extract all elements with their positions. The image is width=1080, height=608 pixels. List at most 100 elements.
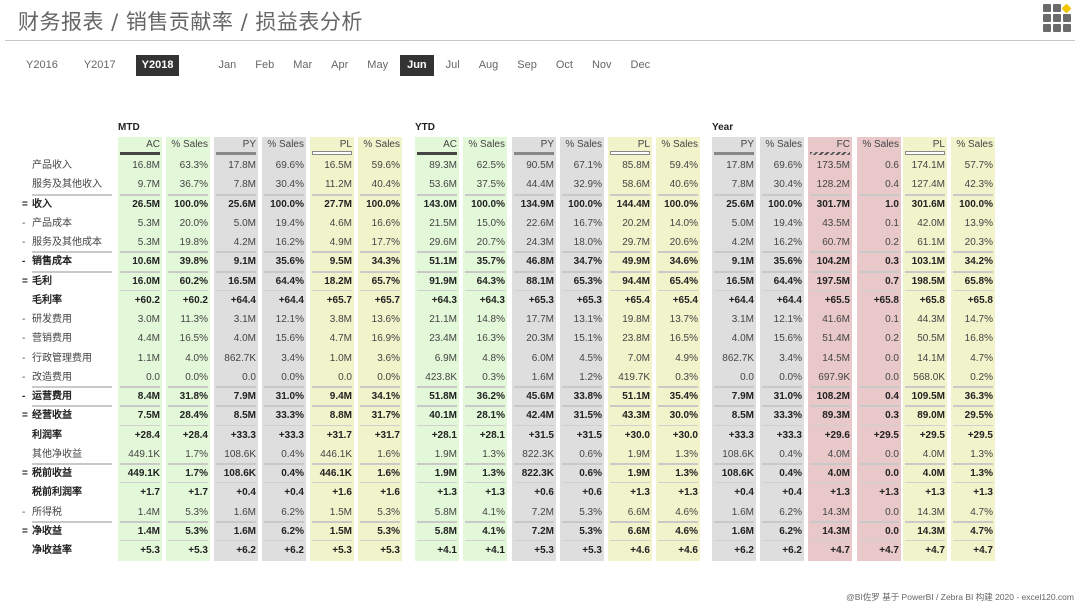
table-cell: +1.3 [678, 487, 698, 499]
cell-separator [658, 251, 698, 254]
cell-separator [417, 540, 457, 541]
table-cell: 8.4M [137, 391, 160, 402]
table-cell: 14.3M [917, 506, 945, 518]
cell-separator [264, 424, 304, 426]
month-option-sep[interactable]: Sep [510, 55, 545, 76]
table-cell: +6.2 [284, 545, 304, 556]
row-label-text: 利润率 [32, 429, 62, 441]
cell-separator [168, 463, 208, 465]
month-option-feb[interactable]: Feb [248, 55, 282, 76]
table-cell: 32.9% [573, 179, 602, 191]
year-option-y2018[interactable]: Y2018 [135, 55, 180, 76]
column-header-mtd-ac[interactable]: AC [118, 137, 162, 155]
cell-separator [360, 424, 400, 426]
column-header-ytd-pct-sales[interactable]: % Sales [560, 137, 604, 155]
table-cell: 822.3K [522, 448, 554, 460]
app-grid-icon[interactable] [1043, 3, 1072, 32]
column-header-year-pct-sales[interactable]: % Sales [951, 137, 995, 155]
column-header-mtd-pct-sales[interactable]: % Sales [166, 137, 210, 155]
row-operator: = [22, 468, 28, 479]
column-header-year-pl[interactable]: PL [903, 137, 947, 155]
table-cell: 30.4% [773, 179, 802, 191]
column-header-ytd-pl[interactable]: PL [608, 137, 652, 155]
month-option-may[interactable]: May [360, 55, 396, 76]
table-cell: 5.3% [185, 506, 208, 518]
table-cell: 20.3M [526, 333, 554, 345]
table-cell: 6.0M [531, 352, 554, 364]
table-cell: 40.4% [371, 179, 400, 191]
table-cell: 8.8M [329, 410, 352, 422]
column-header-ytd-ac[interactable]: AC [415, 137, 459, 155]
table-cell: 100.0% [664, 198, 698, 210]
year-option-y2016[interactable]: Y2016 [20, 55, 64, 76]
column-header-mtd-py[interactable]: PY [214, 137, 258, 155]
month-option-jan[interactable]: Jan [211, 55, 244, 76]
cell-separator [168, 289, 208, 291]
cell-separator [859, 386, 899, 388]
month-option-nov[interactable]: Nov [584, 55, 619, 76]
table-cell: +60.2 [134, 294, 160, 306]
table-cell: 16.6% [371, 217, 400, 229]
month-option-jul[interactable]: Jul [438, 55, 467, 76]
year-option-y2017[interactable]: Y2017 [78, 55, 122, 76]
column-header-ytd-pct-sales[interactable]: % Sales [463, 137, 507, 155]
table-cell: 100.0% [959, 198, 993, 210]
cell-separator [905, 289, 945, 291]
cell-separator [168, 482, 208, 484]
table-cell: 100.0% [174, 198, 208, 210]
month-option-jun[interactable]: Jun [399, 55, 435, 76]
table-cell: +64.3 [431, 294, 457, 306]
column-header-year-pct-sales[interactable]: % Sales [857, 137, 901, 155]
year-slicer: Y2016 Y2017 Y2018 [20, 55, 193, 76]
table-cell: +64.4 [230, 294, 256, 306]
row-operator: - [22, 256, 26, 268]
cell-separator [264, 270, 304, 273]
column-header-ytd-py[interactable]: PY [512, 137, 556, 155]
table-cell: +65.8 [967, 294, 993, 306]
row-label-text: 销售成本 [32, 256, 72, 268]
column-header-year-py[interactable]: PY [712, 137, 756, 155]
table-cell: +64.4 [278, 294, 304, 306]
table-cell: 16.3% [476, 333, 505, 345]
table-cell: 449.1K [128, 448, 160, 460]
month-option-dec[interactable]: Dec [623, 55, 658, 76]
table-cell: 40.6% [669, 179, 698, 191]
table-cell: 109.5M [911, 391, 945, 402]
row-operator: - [22, 237, 26, 248]
table-cell: 108.6K [722, 448, 754, 460]
column-header-year-pct-sales[interactable]: % Sales [760, 137, 804, 155]
cell-separator [714, 289, 754, 291]
month-option-aug[interactable]: Aug [471, 55, 506, 76]
table-cell: 11.2M [324, 179, 352, 191]
cell-separator [658, 193, 698, 196]
table-cell: 3.1M [731, 314, 754, 325]
table-cell: 862.7K [722, 352, 754, 364]
table-cell: 4.0M [827, 448, 850, 460]
column-header-mtd-pct-sales[interactable]: % Sales [358, 137, 402, 155]
table-cell: 1.6% [377, 448, 400, 460]
column-header-ytd-pct-sales[interactable]: % Sales [656, 137, 700, 155]
table-cell: 0.4 [885, 391, 899, 402]
column-header-mtd-pl[interactable]: PL [310, 137, 354, 155]
cell-separator [360, 270, 400, 273]
table-cell: +65.8 [873, 294, 899, 306]
table-cell: 63.3% [179, 160, 208, 171]
row-label-text: 行政管理费用 [32, 352, 92, 364]
table-cell: 37.5% [476, 179, 505, 191]
column-header-mtd-pct-sales[interactable]: % Sales [262, 137, 306, 155]
month-option-mar[interactable]: Mar [286, 55, 320, 76]
month-option-oct[interactable]: Oct [548, 55, 580, 76]
table-cell: 697.9K [818, 371, 850, 383]
table-cell: +4.7 [879, 545, 899, 556]
table-cell: 14.3M [822, 506, 850, 518]
table-cell: +30.0 [624, 429, 650, 441]
header-divider [5, 40, 1075, 41]
table-cell: 16.9% [371, 333, 400, 345]
table-cell: 6.6M [627, 506, 650, 518]
cell-separator [859, 251, 899, 254]
table-cell: 1.3% [482, 448, 505, 460]
month-option-apr[interactable]: Apr [324, 55, 356, 76]
table-cell: 19.4% [773, 217, 802, 229]
table-cell: 1.6M [233, 525, 256, 537]
column-header-year-fc[interactable]: FC [808, 137, 852, 155]
